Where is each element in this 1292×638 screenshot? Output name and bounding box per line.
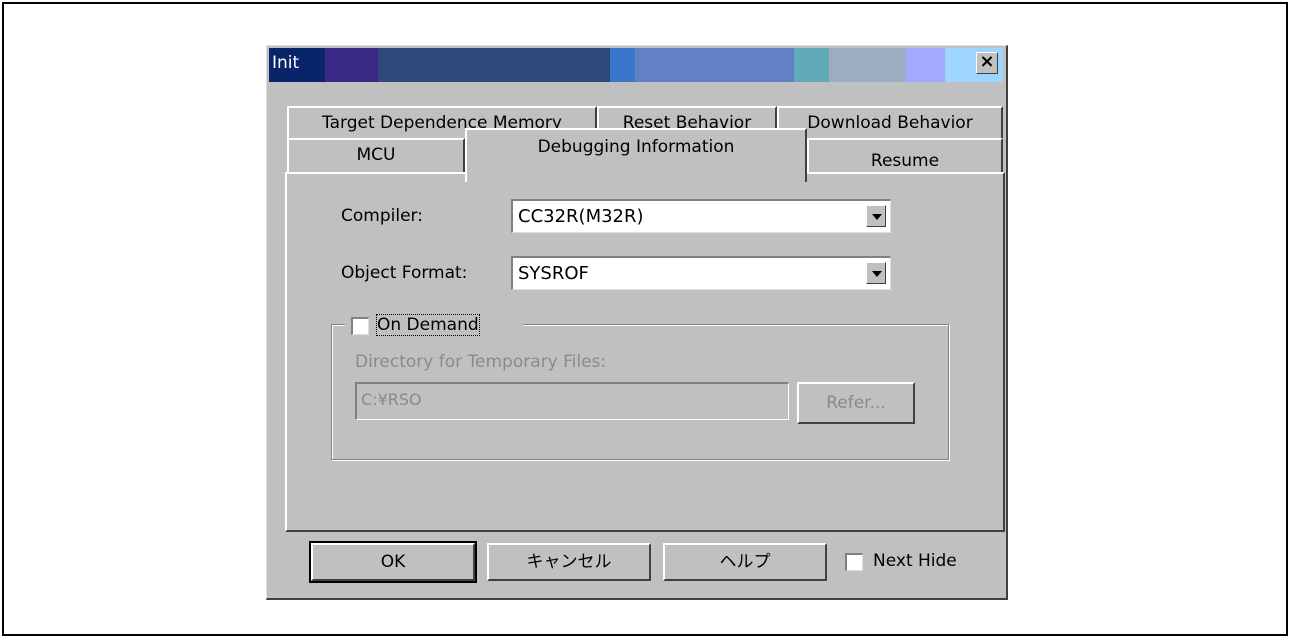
on-demand-label[interactable]: On Demand — [376, 314, 480, 336]
titlebar-segment — [906, 48, 945, 82]
window-title: Init — [272, 53, 300, 73]
on-demand-checkbox[interactable] — [351, 317, 369, 335]
help-button[interactable]: ヘルプ — [663, 543, 827, 581]
titlebar-segment — [483, 48, 523, 82]
titlebar-segment — [793, 48, 829, 82]
titlebar-segment — [635, 48, 766, 82]
close-button[interactable]: × — [976, 51, 998, 74]
next-hide-checkbox[interactable] — [845, 553, 863, 571]
temp-dir-label: Directory for Temporary Files: — [355, 352, 607, 372]
titlebar-segment — [610, 48, 636, 82]
title-bar[interactable] — [269, 48, 1003, 82]
cancel-button[interactable]: キャンセル — [487, 543, 651, 581]
compiler-select[interactable]: CC32R(M32R) — [511, 199, 891, 233]
titlebar-segment — [522, 48, 611, 82]
compiler-label: Compiler: — [341, 206, 423, 226]
titlebar-segment — [765, 48, 794, 82]
ok-button[interactable]: OK — [309, 541, 477, 583]
close-icon: × — [979, 51, 995, 72]
titlebar-segment — [325, 48, 379, 82]
on-demand-legend: On Demand — [345, 312, 523, 338]
init-dialog: Init × Target Dependence Memory Reset Be… — [266, 45, 1008, 600]
titlebar-segment — [828, 48, 907, 82]
tab-debugging-information[interactable]: Debugging Information — [465, 128, 807, 182]
tab-download-behavior[interactable]: Download Behavior — [777, 106, 1003, 140]
object-format-value: SYSROF — [518, 263, 589, 284]
temp-dir-value: C:¥RSO — [361, 390, 422, 409]
object-format-select[interactable]: SYSROF — [511, 256, 891, 290]
titlebar-segment — [378, 48, 484, 82]
chevron-down-icon[interactable] — [866, 262, 886, 284]
chevron-down-icon[interactable] — [866, 205, 886, 227]
compiler-value: CC32R(M32R) — [518, 206, 644, 227]
object-format-label: Object Format: — [341, 263, 468, 283]
next-hide-label[interactable]: Next Hide — [873, 551, 957, 571]
temp-dir-input[interactable]: C:¥RSO — [355, 382, 789, 420]
refer-button[interactable]: Refer... — [797, 382, 915, 424]
